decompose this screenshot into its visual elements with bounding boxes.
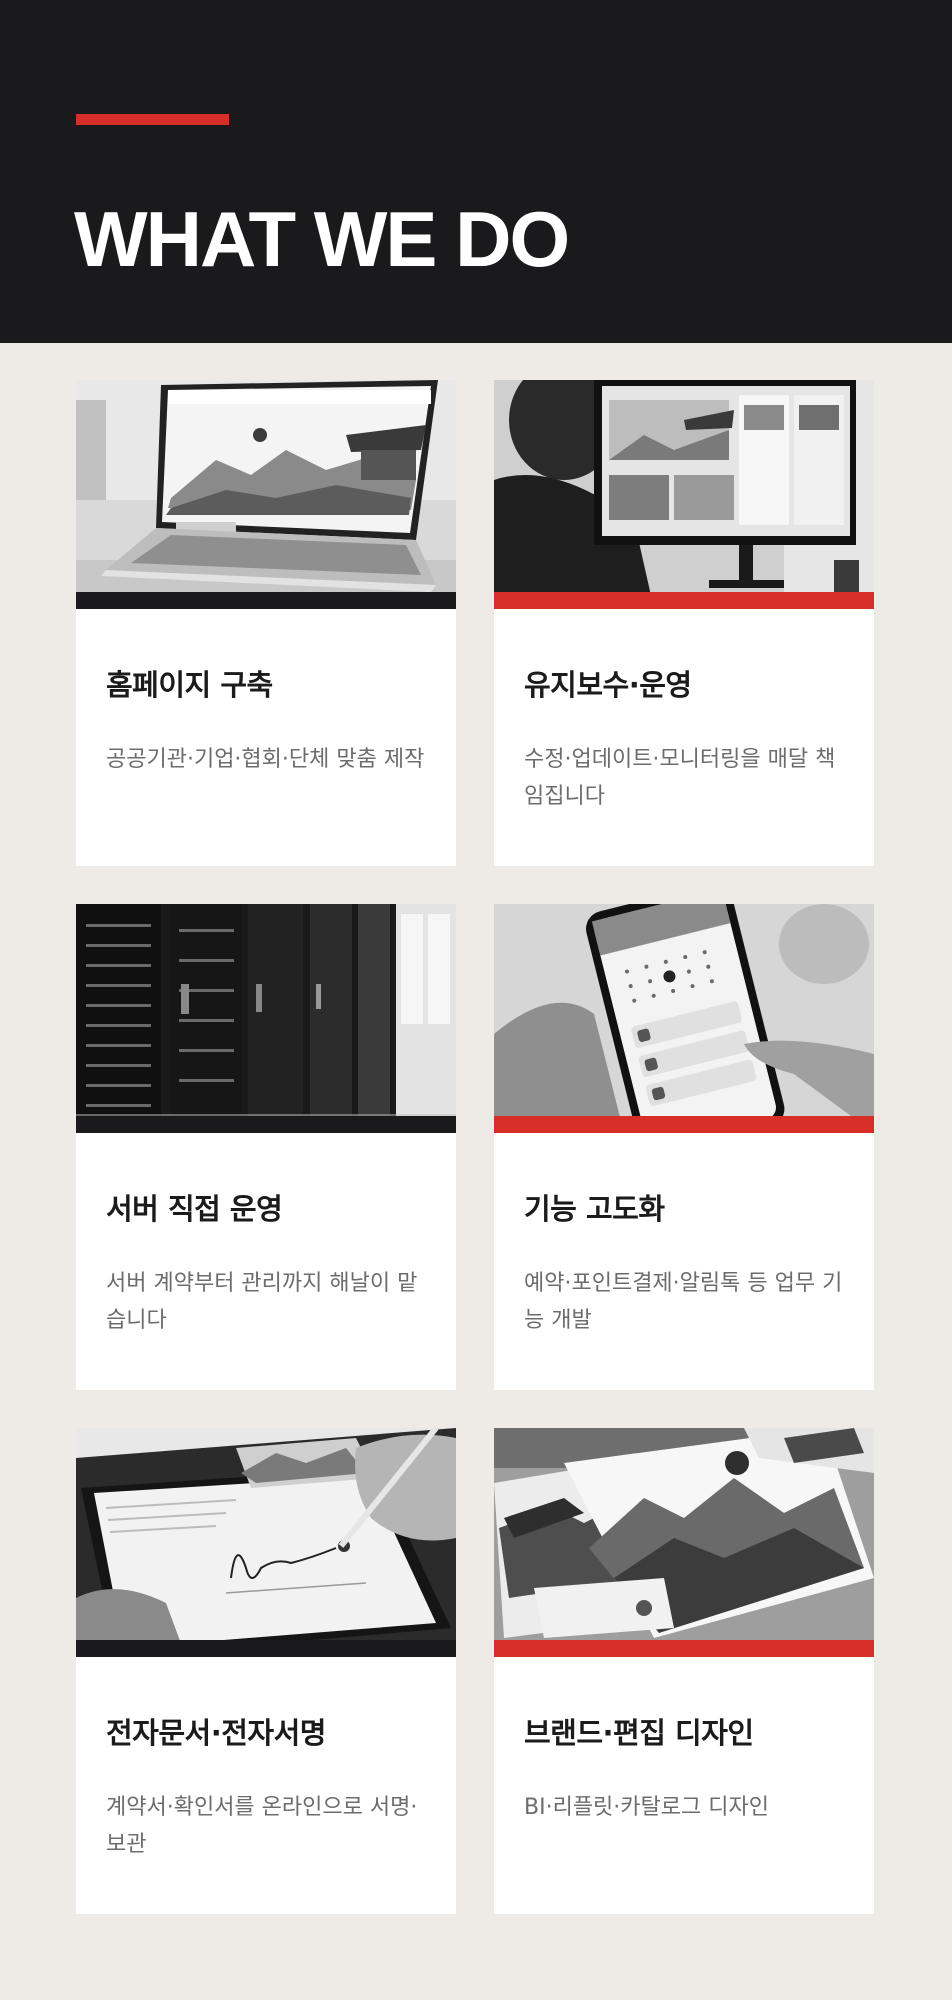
smartphone-app-photo [494,904,874,1133]
card-bar-dark [76,1116,456,1133]
server-racks-photo [76,904,456,1133]
service-description: 계약서·확인서를 온라인으로 서명·보관 [106,1795,418,1857]
monitor-workstation-photo [494,380,874,609]
laptop-website-photo [76,380,456,609]
service-description: 예약·포인트결제·알림톡 등 업무 기능 개발 [524,1271,843,1333]
service-card-esign[interactable]: 전자문서·전자서명 계약서·확인서를 온라인으로 서명·보관 [76,1428,456,1914]
card-bar-dark [76,592,456,609]
section-title: WHAT WE DO [74,195,570,283]
service-description: 서버 계약부터 관리까지 해날이 맡습니다 [106,1271,418,1333]
service-card-server[interactable]: 서버 직접 운영 서버 계약부터 관리까지 해날이 맡습니다 [76,904,456,1390]
card-bar-red [494,1116,874,1133]
service-card-homepage[interactable]: 홈페이지 구축 공공기관·기업·협회·단체 맞춤 제작 [76,380,456,866]
card-bar-dark [76,1640,456,1657]
service-title: 서버 직접 운영 [106,1192,283,1226]
service-card-design[interactable]: 브랜드·편집 디자인 BI·리플릿·카탈로그 디자인 [494,1428,874,1914]
card-bar-red [494,1640,874,1657]
service-title: 홈페이지 구축 [106,668,273,702]
service-card-features[interactable]: 기능 고도화 예약·포인트결제·알림톡 등 업무 기능 개발 [494,904,874,1390]
service-title: 브랜드·편집 디자인 [524,1716,754,1750]
print-brochures-photo [494,1428,874,1657]
service-description: 공공기관·기업·협회·단체 맞춤 제작 [106,747,425,772]
service-description: BI·리플릿·카탈로그 디자인 [524,1795,769,1820]
service-title: 유지보수·운영 [524,668,692,702]
service-description: 수정·업데이트·모니터링을 매달 책임집니다 [524,747,836,809]
tablet-signature-photo [76,1428,456,1657]
service-title: 기능 고도화 [524,1192,665,1226]
service-title: 전자문서·전자서명 [106,1716,326,1750]
accent-line [76,114,229,125]
card-bar-red [494,592,874,609]
hero-header: WHAT WE DO [0,0,952,343]
service-card-maintenance[interactable]: 유지보수·운영 수정·업데이트·모니터링을 매달 책임집니다 [494,380,874,866]
services-grid: 홈페이지 구축 공공기관·기업·협회·단체 맞춤 제작 유지보수·운영 수정·업… [76,380,874,1914]
